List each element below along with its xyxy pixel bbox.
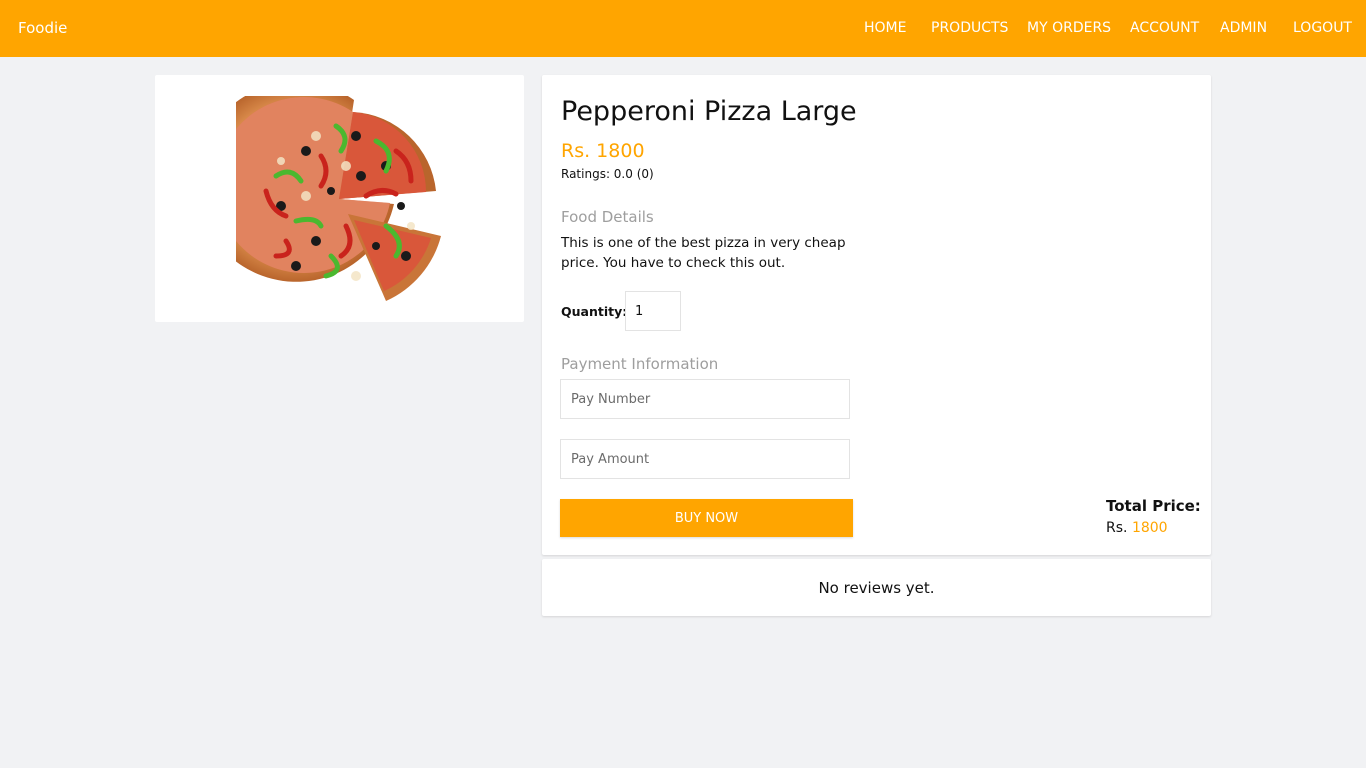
quantity-label: Quantity: [561,304,628,319]
nav-account[interactable]: ACCOUNT [1130,20,1199,36]
quantity-input[interactable] [625,291,681,331]
brand-logo[interactable]: Foodie [18,19,67,37]
pizza-image [236,96,441,301]
nav-admin[interactable]: ADMIN [1220,20,1267,36]
nav-home[interactable]: HOME [864,20,906,36]
food-details-heading: Food Details [561,208,654,226]
product-ratings: Ratings: 0.0 (0) [561,167,654,181]
total-price-value: Rs. 1800 [1106,520,1168,536]
product-price: Rs. 1800 [561,140,645,162]
nav-my-orders[interactable]: MY ORDERS [1027,20,1111,36]
pay-number-input[interactable] [560,379,850,419]
total-amount: 1800 [1131,520,1168,536]
pay-amount-input[interactable] [560,439,850,479]
total-price-label: Total Price: [1106,497,1201,515]
buy-now-button[interactable]: BUY NOW [560,499,853,537]
no-reviews-text: No reviews yet. [818,579,935,597]
product-title: Pepperoni Pizza Large [561,96,857,127]
total-currency: Rs. [1106,520,1128,536]
reviews-card: No reviews yet. [542,559,1211,616]
navbar: Foodie HOME PRODUCTS MY ORDERS ACCOUNT A… [0,0,1366,57]
nav-products[interactable]: PRODUCTS [931,20,1008,36]
payment-info-heading: Payment Information [561,355,719,373]
nav-logout[interactable]: LOGOUT [1293,20,1352,36]
food-description: This is one of the best pizza in very ch… [561,235,846,271]
